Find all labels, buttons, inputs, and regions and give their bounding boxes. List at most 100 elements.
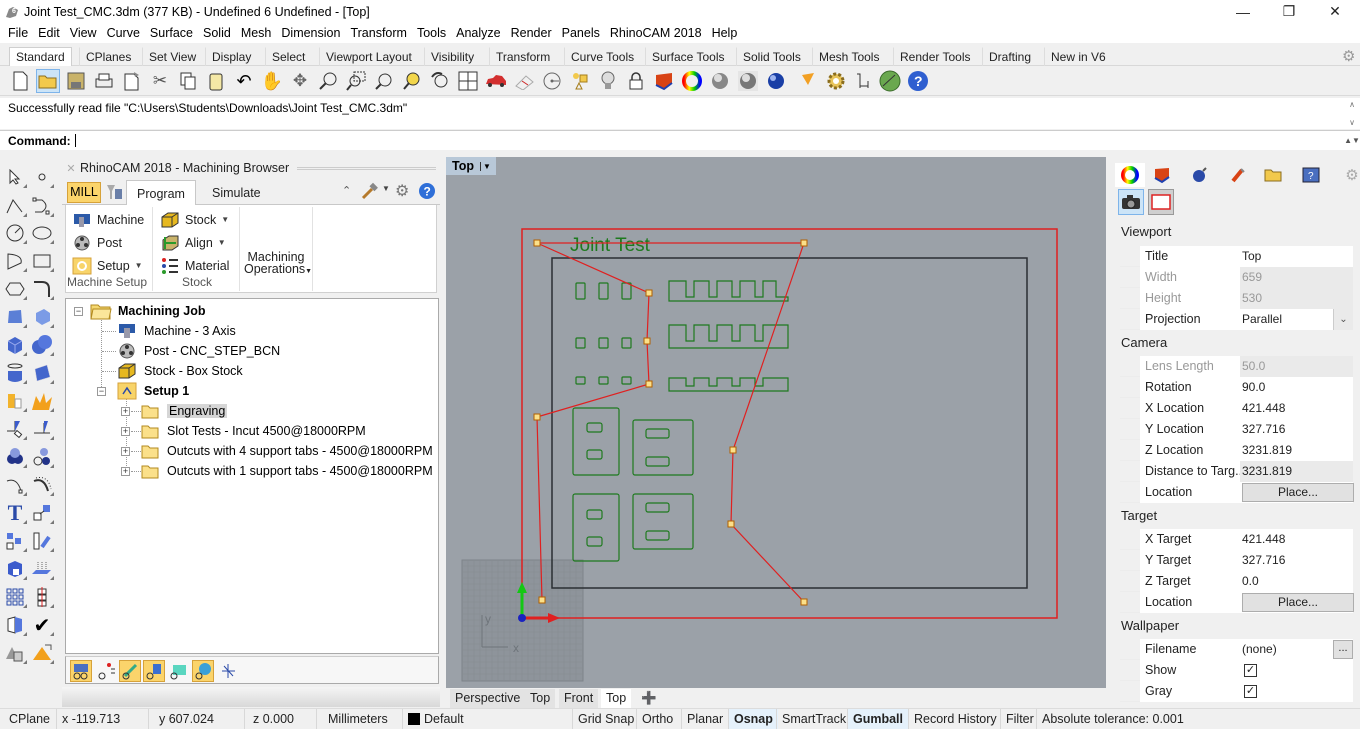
projection-select[interactable]: Parallel ⌄ — [1240, 309, 1353, 330]
collapse-setup-icon[interactable]: − — [97, 387, 106, 396]
tool-library-icon[interactable] — [105, 183, 123, 204]
menu-rhinocam[interactable]: RhinoCAM 2018 — [605, 23, 707, 43]
layer-icon[interactable] — [652, 69, 676, 93]
drag-grip[interactable] — [297, 166, 436, 170]
offset-curve-icon[interactable] — [30, 474, 54, 496]
menu-edit[interactable]: Edit — [33, 23, 65, 43]
array-group-icon[interactable] — [3, 530, 27, 552]
tab-surface-tools[interactable]: Surface Tools — [645, 47, 732, 66]
menu-dimension[interactable]: Dimension — [276, 23, 345, 43]
viewport-top[interactable]: Joint Test y x Top ▼ — [446, 157, 1106, 688]
tab-program[interactable]: Program — [126, 180, 196, 206]
trim-icon[interactable] — [30, 418, 54, 440]
tree-item-machine[interactable]: Machine - 3 Axis — [116, 321, 236, 341]
surface-from-points-icon[interactable] — [3, 306, 27, 328]
render-tab-sphere-icon[interactable] — [1185, 163, 1215, 187]
tree-item-post[interactable]: Post - CNC_STEP_BCN — [116, 341, 280, 361]
setup-button[interactable]: Setup ▼ — [72, 255, 143, 276]
polyline-icon[interactable] — [3, 195, 27, 217]
color-wheel-icon[interactable] — [680, 69, 704, 93]
open-folder-icon[interactable] — [36, 69, 60, 93]
box-solid-icon[interactable] — [3, 334, 27, 356]
hammer-dropdown-icon[interactable]: ▼ — [382, 184, 390, 193]
point-icon[interactable] — [30, 166, 54, 188]
cplane-label[interactable]: CPlane — [4, 709, 55, 729]
split-icon[interactable] — [3, 418, 27, 440]
hammer-tools-icon[interactable] — [360, 182, 378, 203]
menu-curve[interactable]: Curve — [102, 23, 145, 43]
contour-icon[interactable] — [30, 558, 54, 580]
extrude-surface-icon[interactable] — [30, 306, 54, 328]
tab-solid-tools[interactable]: Solid Tools — [736, 47, 808, 66]
browse-file-button[interactable]: ... — [1333, 640, 1353, 659]
chevron-down-icon[interactable]: ⌄ — [1333, 309, 1353, 330]
tab-cplanes[interactable]: CPlanes — [79, 47, 138, 66]
viewport-menu-dropdown-icon[interactable]: ▼ — [479, 161, 491, 171]
import-icon[interactable] — [120, 69, 144, 93]
tab-set-view[interactable]: Set View — [142, 47, 203, 66]
viewport-tab-top[interactable]: Top — [525, 689, 556, 708]
tab-viewport-layout[interactable]: Viewport Layout — [319, 47, 419, 66]
tree-item-engraving[interactable]: Engraving — [139, 401, 228, 421]
target-place-button[interactable]: Place... — [1242, 593, 1354, 612]
tab-render-tools[interactable]: Render Tools — [893, 47, 978, 66]
rectangle-icon[interactable] — [30, 250, 54, 272]
machining-operations-button[interactable]: Machining Operations▼ — [244, 251, 312, 278]
align-button[interactable]: Align ▼ — [160, 232, 226, 253]
pan-hand-icon[interactable]: ✋ — [260, 69, 284, 93]
tab-transform[interactable]: Transform — [489, 47, 557, 66]
command-scrollbar[interactable]: ▲▼ — [1344, 130, 1360, 150]
tab-select[interactable]: Select — [265, 47, 312, 66]
shaded-sphere-icon[interactable] — [708, 69, 732, 93]
tree-item-outcuts-4-tabs[interactable]: Outcuts with 4 support tabs - 4500@18000… — [139, 441, 433, 461]
menu-help[interactable]: Help — [707, 23, 743, 43]
units-label[interactable]: Millimeters — [316, 709, 402, 729]
zoom-window-icon[interactable] — [344, 69, 368, 93]
cone-box-icon[interactable] — [3, 642, 27, 664]
history-scrollbar[interactable]: ∧ ∨ — [1344, 98, 1360, 129]
menu-surface[interactable]: Surface — [145, 23, 198, 43]
post-process-icon[interactable] — [143, 660, 165, 682]
tree-item-outcuts-1-tab[interactable]: Outcuts with 1 support tabs - 4500@18000… — [139, 461, 433, 481]
toggle-planar[interactable]: Planar — [681, 709, 728, 729]
settings-gear-icon[interactable]: ⚙ — [395, 181, 409, 201]
dimension-icon[interactable] — [852, 69, 876, 93]
menu-transform[interactable]: Transform — [345, 23, 412, 43]
four-viewports-icon[interactable] — [456, 69, 480, 93]
tree-item-machining-job[interactable]: Machining Job — [90, 301, 206, 321]
tab-simulate[interactable]: Simulate — [202, 180, 271, 206]
toggle-smarttrack[interactable]: SmartTrack — [776, 709, 851, 729]
car-render-icon[interactable] — [484, 69, 508, 93]
select-filter-icon[interactable] — [568, 69, 592, 93]
toggle-ortho[interactable]: Ortho — [636, 709, 678, 729]
pyramid-render-icon[interactable] — [30, 642, 54, 664]
puzzle-icon[interactable] — [3, 390, 27, 412]
menu-tools[interactable]: Tools — [412, 23, 451, 43]
operation-list-icon[interactable] — [95, 660, 117, 682]
circle-icon[interactable] — [3, 222, 27, 244]
scroll-down-icon[interactable]: ∨ — [1349, 118, 1355, 127]
stock-button[interactable]: Stock ▼ — [160, 209, 229, 230]
cut-icon[interactable]: ✂ — [148, 69, 172, 93]
tab-display[interactable]: Display — [205, 47, 258, 66]
minimize-button[interactable]: — — [1220, 0, 1266, 23]
rectangular-array-icon[interactable] — [3, 586, 27, 608]
light-bulb-icon[interactable] — [596, 69, 620, 93]
arc-icon[interactable] — [3, 250, 27, 272]
tab-mesh-tools[interactable]: Mesh Tools — [812, 47, 886, 66]
viewport-tab-perspective[interactable]: Perspective — [450, 689, 526, 708]
explode-icon[interactable] — [30, 390, 54, 412]
rotation-field[interactable]: 90.0 — [1240, 377, 1353, 398]
expand-outcuts-1-icon[interactable]: + — [121, 467, 130, 476]
network-icon[interactable] — [217, 660, 239, 682]
print-icon[interactable] — [92, 69, 116, 93]
options-gear-icon[interactable] — [824, 69, 848, 93]
viewport-tab-front[interactable]: Front — [559, 689, 599, 708]
undo-view-icon[interactable] — [428, 69, 452, 93]
lock-icon[interactable] — [624, 69, 648, 93]
z-target-field[interactable]: 0.0 — [1240, 571, 1353, 592]
tab-visibility[interactable]: Visibility — [424, 47, 481, 66]
menu-panels[interactable]: Panels — [557, 23, 605, 43]
menu-view[interactable]: View — [65, 23, 102, 43]
restore-button[interactable]: ❐ — [1266, 0, 1312, 23]
